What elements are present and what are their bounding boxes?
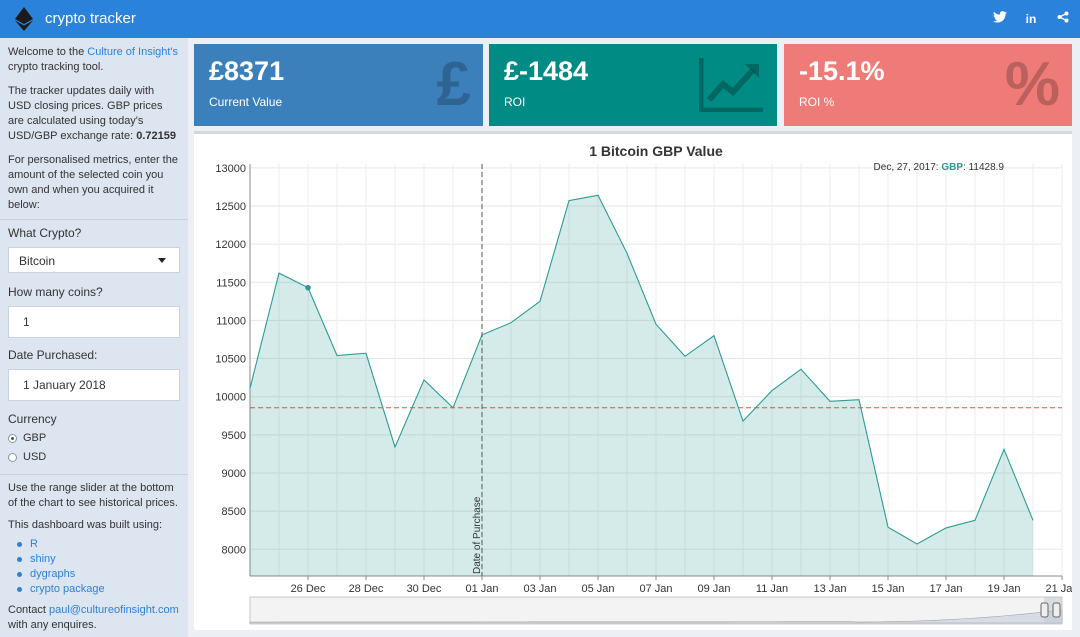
y-tick-label: 11000 xyxy=(216,315,246,327)
x-tick-label: 15 Jan xyxy=(871,583,904,595)
x-tick-label: 28 Dec xyxy=(349,583,384,595)
y-tick-label: 9500 xyxy=(222,430,246,442)
currency-option-usd[interactable]: USD xyxy=(8,450,180,465)
coins-label: How many coins? xyxy=(8,285,103,299)
y-tick-label: 10000 xyxy=(215,392,246,404)
r-link[interactable]: R xyxy=(30,538,38,550)
range-handle-right[interactable] xyxy=(1052,602,1061,618)
divider xyxy=(0,219,188,220)
personal-metrics-text: For personalised metrics, enter the amou… xyxy=(8,154,178,211)
dygraphs-link[interactable]: dygraphs xyxy=(30,568,75,580)
current-value: £8371 xyxy=(209,56,285,86)
contact-prefix: Contact xyxy=(8,604,49,616)
welcome-suffix: crypto tracking tool. xyxy=(8,61,104,73)
coins-input[interactable]: 1 xyxy=(8,306,180,338)
sidebar: Welcome to the Culture of Insight's cryp… xyxy=(0,38,188,637)
welcome-text: Welcome to the Culture of Insight's cryp… xyxy=(8,45,180,75)
x-tick-label: 30 Dec xyxy=(407,583,442,595)
contact-suffix: with any enquires. xyxy=(8,619,97,631)
ethereum-logo-icon xyxy=(15,7,33,31)
linkedin-icon[interactable]: in xyxy=(1023,11,1039,27)
crypto-select[interactable]: Bitcoin xyxy=(8,247,180,273)
roi-percent-box: -15.1% ROI % % xyxy=(784,44,1072,126)
currency-label: Currency xyxy=(8,412,57,426)
header-bar: crypto tracker in xyxy=(0,0,1080,38)
x-tick-label: 05 Jan xyxy=(581,583,614,595)
pound-sign-icon: £ xyxy=(436,50,471,119)
caret-down-icon xyxy=(158,258,166,263)
roi-percent-label: ROI % xyxy=(799,95,835,109)
x-tick-label: 01 Jan xyxy=(465,583,498,595)
currency-option-gbp[interactable]: GBP xyxy=(8,431,180,446)
culture-of-insight-link[interactable]: Culture of Insight's xyxy=(87,46,178,58)
currency-option-label: USD xyxy=(23,451,47,463)
date-label: Date Purchased: xyxy=(8,348,98,362)
exchange-rate: 0.72159 xyxy=(136,130,176,142)
chart-title: 1 Bitcoin GBP Value xyxy=(589,143,723,159)
contact-text: Contact paul@cultureofinsight.com with a… xyxy=(8,603,180,633)
x-tick-label: 11 Jan xyxy=(756,583,788,595)
app-title: crypto tracker xyxy=(45,10,136,27)
y-tick-label: 12500 xyxy=(215,201,246,213)
crypto-label: What Crypto? xyxy=(8,226,82,240)
roi-percent-value: -15.1% xyxy=(799,56,885,86)
current-value-label: Current Value xyxy=(209,95,283,109)
y-tick-label: 12000 xyxy=(215,239,246,251)
chart-card: 1 Bitcoin GBP Value 8000 8500 9000 9500 10000… xyxy=(194,131,1079,630)
contact-email-link[interactable]: paul@cultureofinsight.com xyxy=(49,604,179,616)
update-text: The tracker updates daily with USD closi… xyxy=(8,84,180,144)
welcome-prefix: Welcome to the xyxy=(8,46,88,58)
line-chart-icon xyxy=(699,58,763,112)
x-tick-label: 07 Jan xyxy=(639,583,672,595)
x-tick-label: 09 Jan xyxy=(697,583,730,595)
price-area xyxy=(250,195,1033,576)
y-tick-label: 9000 xyxy=(222,468,246,480)
y-tick-label: 11500 xyxy=(216,277,246,289)
current-value-box: £8371 Current Value £ xyxy=(194,44,483,126)
range-handle-left[interactable] xyxy=(1040,602,1049,618)
y-tick-label: 13000 xyxy=(215,163,246,175)
highlight-point xyxy=(305,284,311,291)
price-chart[interactable]: 1 Bitcoin GBP Value 8000 8500 9000 9500 10000… xyxy=(194,134,1079,630)
x-tick-label: 21 Jan xyxy=(1045,583,1072,595)
date-input[interactable]: 1 January 2018 xyxy=(8,369,180,401)
x-tick-label: 19 Jan xyxy=(987,583,1020,595)
crypto-select-value: Bitcoin xyxy=(19,254,56,268)
shiny-link[interactable]: shiny xyxy=(30,553,56,565)
hover-legend: Dec, 27, 2017: GBP: 11428.9 xyxy=(874,162,1005,173)
roi-label: ROI xyxy=(504,95,526,109)
y-tick-label: 8500 xyxy=(222,506,246,518)
crypto-package-link[interactable]: crypto package xyxy=(30,583,105,595)
built-with-text: This dashboard was built using: xyxy=(8,519,163,531)
radio-unselected-icon[interactable] xyxy=(8,453,17,462)
twitter-icon[interactable] xyxy=(992,11,1008,27)
roi-box: £-1484 ROI xyxy=(489,44,777,126)
range-slider-hint: Use the range slider at the bottom of th… xyxy=(8,482,178,509)
built-with-list: R shiny dygraphs crypto package xyxy=(17,537,180,597)
roi-value: £-1484 xyxy=(504,56,589,86)
y-tick-label: 8000 xyxy=(222,544,246,556)
percent-icon: % xyxy=(1004,50,1060,119)
radio-selected-icon[interactable] xyxy=(8,434,17,443)
currency-option-label: GBP xyxy=(23,432,47,444)
x-tick-label: 17 Jan xyxy=(929,583,962,595)
divider xyxy=(0,474,188,475)
y-tick-label: 10500 xyxy=(215,354,246,366)
share-icon[interactable] xyxy=(1055,11,1071,27)
x-tick-label: 26 Dec xyxy=(291,583,326,595)
purchase-date-label: Date of Purchase xyxy=(472,496,483,574)
x-tick-label: 13 Jan xyxy=(813,583,846,595)
x-tick-label: 03 Jan xyxy=(523,583,556,595)
